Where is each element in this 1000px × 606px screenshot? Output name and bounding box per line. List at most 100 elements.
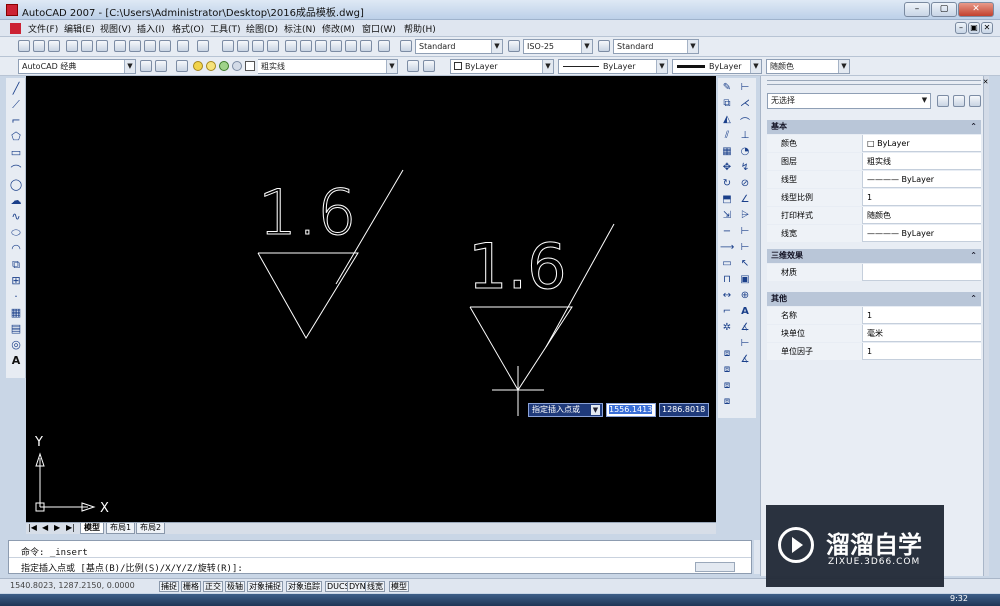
quick-dim-icon[interactable]: ⩥ <box>738 210 752 221</box>
command-hscroll[interactable] <box>695 562 735 572</box>
menu-modify[interactable]: 修改(M) <box>322 22 355 35</box>
menu-file[interactable]: 文件(F) <box>28 22 58 35</box>
spline-icon[interactable]: ∿ <box>9 210 23 223</box>
prop-row-material[interactable]: 材质 <box>767 264 981 281</box>
command-prompt-line[interactable]: 指定插入点或 [基点(B)/比例(S)/X/Y/Z/旋转(R)]: <box>21 561 243 574</box>
snap-toggle[interactable]: 捕捉 <box>159 581 179 592</box>
bring-front-icon[interactable]: ⧈ <box>720 364 734 375</box>
menu-dimension[interactable]: 标注(N) <box>284 22 316 35</box>
rectangle-icon[interactable]: ▭ <box>9 146 23 159</box>
otrack-toggle[interactable]: 对象追踪 <box>286 581 322 592</box>
layer-manager-icon[interactable] <box>176 60 188 72</box>
zoom-window-icon[interactable] <box>252 40 264 52</box>
layer-select[interactable]: 粗实线 ▼ <box>258 59 398 74</box>
dim-edit-icon[interactable]: A <box>738 306 752 317</box>
menu-format[interactable]: 格式(O) <box>172 22 204 35</box>
model-toggle[interactable]: 模型 <box>389 581 409 592</box>
collapse-icon[interactable]: ⌃ <box>970 292 977 306</box>
chamfer-icon[interactable]: ↔ <box>720 290 734 301</box>
continue-icon[interactable]: ⊢ <box>738 242 752 253</box>
arc-length-icon[interactable]: ⌒ <box>738 114 752 129</box>
dynamic-input-x[interactable]: 1556.1413 <box>606 403 656 417</box>
radius-icon[interactable]: ◔ <box>738 146 752 157</box>
prop-row-plotstyle[interactable]: 打印样式 随颜色 <box>767 207 981 224</box>
cut-icon[interactable] <box>114 40 126 52</box>
draw-order-icon[interactable]: ⧈ <box>720 348 734 359</box>
copy-icon[interactable] <box>129 40 141 52</box>
redo-icon[interactable] <box>197 40 209 52</box>
dim-text-edit-icon[interactable]: ∡ <box>738 322 752 333</box>
autocad-app-icon[interactable] <box>6 4 18 16</box>
save-icon[interactable] <box>48 40 60 52</box>
scale-icon[interactable]: ⬒ <box>720 194 734 205</box>
send-back-icon[interactable]: ⧈ <box>720 380 734 391</box>
hatch-icon[interactable]: ▦ <box>9 306 23 319</box>
join-icon[interactable]: ⊓ <box>720 274 734 285</box>
erase-icon[interactable]: ✎ <box>720 82 734 93</box>
palette-grip[interactable] <box>767 80 981 85</box>
text-style-select[interactable]: Standard ▼ <box>415 39 503 54</box>
section-misc[interactable]: 其他 ⌃ <box>767 292 981 306</box>
line-icon[interactable]: ╱ <box>9 82 23 95</box>
layer-on-icon[interactable] <box>193 61 203 71</box>
ellipse-arc-icon[interactable]: ◠ <box>9 242 23 255</box>
close-button[interactable]: ✕ <box>958 2 994 17</box>
trim-icon[interactable]: − <box>720 226 734 237</box>
properties-icon[interactable] <box>285 40 297 52</box>
open-icon[interactable] <box>33 40 45 52</box>
polygon-icon[interactable]: ⬠ <box>9 130 23 143</box>
doc-restore-button[interactable]: ▣ <box>968 22 980 34</box>
dim-style-select[interactable]: ISO-25 ▼ <box>523 39 593 54</box>
new-icon[interactable] <box>18 40 30 52</box>
rotate-icon[interactable]: ↻ <box>720 178 734 189</box>
linear-dim-icon[interactable]: ⊢ <box>738 82 752 93</box>
dim-update-icon[interactable]: ⊢ <box>738 338 752 349</box>
tool-palettes-icon[interactable] <box>315 40 327 52</box>
text-style-icon[interactable] <box>400 40 412 52</box>
circle-icon[interactable]: ◯ <box>9 178 23 191</box>
prop-row-linetype[interactable]: 线型 ———— ByLayer <box>767 171 981 188</box>
tab-layout1[interactable]: 布局1 <box>106 523 136 534</box>
maximize-button[interactable]: ▢ <box>931 2 957 17</box>
polar-toggle[interactable]: 极轴 <box>225 581 245 592</box>
prop-row-layer[interactable]: 图层 粗实线 <box>767 153 981 170</box>
tab-nav-prev-icon[interactable]: ◀ <box>42 523 48 532</box>
workspace-settings-icon[interactable] <box>140 60 152 72</box>
fillet-icon[interactable]: ⌐ <box>720 306 734 317</box>
preview-icon[interactable] <box>81 40 93 52</box>
prop-row-unit-factor[interactable]: 单位因子 1 <box>767 343 981 360</box>
layer-color-icon[interactable] <box>232 61 242 71</box>
menu-help[interactable]: 帮助(H) <box>404 22 436 35</box>
undo-icon[interactable] <box>177 40 189 52</box>
tab-nav-last-icon[interactable]: ▶| <box>66 523 75 532</box>
move-icon[interactable]: ✥ <box>720 162 734 173</box>
tab-model[interactable]: 模型 <box>80 523 104 534</box>
publish-icon[interactable] <box>96 40 108 52</box>
menu-window[interactable]: 窗口(W) <box>362 22 396 35</box>
selection-select[interactable]: 无选择 ▼ <box>767 93 931 109</box>
mirror-icon[interactable]: ◭ <box>720 114 734 125</box>
quick-leader-icon[interactable]: ↖ <box>738 258 752 269</box>
stretch-icon[interactable]: ⇲ <box>720 210 734 221</box>
command-window[interactable]: 命令: _insert 指定插入点或 [基点(B)/比例(S)/X/Y/Z/旋转… <box>8 540 752 574</box>
angular-icon[interactable]: ∠ <box>738 194 752 205</box>
workspace-select[interactable]: AutoCAD 经典 ▼ <box>18 59 136 74</box>
section-basic[interactable]: 基本 ⌃ <box>767 120 981 134</box>
diameter-icon[interactable]: ⊘ <box>738 178 752 189</box>
drawing-canvas[interactable]: 1.6 1.6 Y X 指定插入点或 ▼ 1556.1413 1286.8018 <box>26 76 716 522</box>
prop-row-linetype-scale[interactable]: 线型比例 1 <box>767 189 981 206</box>
ellipse-icon[interactable]: ⬭ <box>9 226 23 240</box>
collapse-icon[interactable]: ⌃ <box>970 120 977 134</box>
menu-view[interactable]: 视图(V) <box>100 22 131 35</box>
layer-lock-icon[interactable] <box>219 61 229 71</box>
revision-cloud-icon[interactable]: ☁ <box>9 194 23 207</box>
pan-icon[interactable] <box>222 40 234 52</box>
prop-row-name[interactable]: 名称 1 <box>767 307 981 324</box>
dim-style-control-icon[interactable]: ∡ <box>738 354 752 365</box>
help-icon[interactable] <box>378 40 390 52</box>
region-icon[interactable]: ◎ <box>9 338 23 351</box>
tab-nav-first-icon[interactable]: |◀ <box>28 523 37 532</box>
toggle-pickadd-icon[interactable] <box>937 95 949 107</box>
zoom-realtime-icon[interactable] <box>237 40 249 52</box>
text-above-icon[interactable]: ⧈ <box>720 396 734 407</box>
